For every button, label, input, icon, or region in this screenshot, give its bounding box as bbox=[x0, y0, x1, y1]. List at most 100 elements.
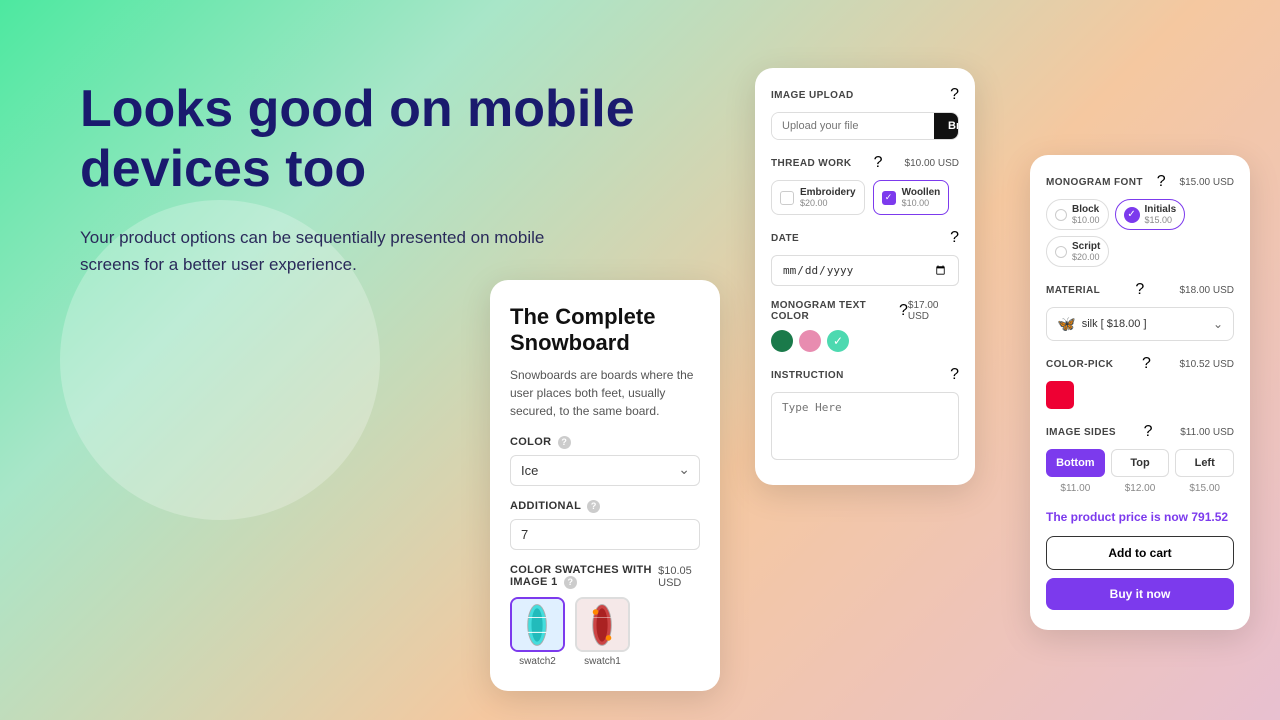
initials-check: ✓ bbox=[1124, 207, 1140, 223]
additional-info-icon: ? bbox=[587, 500, 600, 513]
thread-work-header: THREAD WORK ? $10.00 USD bbox=[771, 154, 959, 172]
color-select[interactable]: Ice bbox=[510, 455, 700, 486]
buy-now-button[interactable]: Buy it now bbox=[1046, 578, 1234, 610]
image-sides-label: IMAGE SIDES bbox=[1046, 427, 1116, 438]
image-upload-header: IMAGE UPLOAD ? bbox=[771, 86, 959, 104]
image-sides-info-icon: ? bbox=[1144, 423, 1153, 441]
swatch2-label: swatch2 bbox=[519, 656, 556, 667]
swatches-price: $10.05 USD bbox=[658, 565, 700, 589]
color-pick-header: COLOR-PICK ? $10.52 USD bbox=[1046, 355, 1234, 373]
material-select[interactable]: 🦋 silk [ $18.00 ] ⌄ bbox=[1046, 307, 1234, 341]
embroidery-option[interactable]: Embroidery $20.00 bbox=[771, 180, 865, 215]
woollen-price: $10.00 bbox=[902, 198, 941, 208]
swatch1-img[interactable] bbox=[575, 597, 630, 652]
initials-font-option[interactable]: ✓ Initials $15.00 bbox=[1115, 199, 1186, 230]
material-label: MATERIAL bbox=[1046, 285, 1100, 296]
product-price-value: 791.52 bbox=[1191, 510, 1228, 524]
font-options: Block $10.00 ✓ Initials $15.00 Script $2… bbox=[1046, 199, 1234, 267]
woollen-checkbox[interactable]: ✓ bbox=[882, 191, 896, 205]
product-description: Snowboards are boards where the user pla… bbox=[510, 366, 700, 420]
block-font-price: $10.00 bbox=[1072, 215, 1100, 225]
swatches-row: swatch2 swatch1 bbox=[510, 597, 700, 667]
list-item[interactable]: swatch1 bbox=[575, 597, 630, 667]
product-title: The Complete Snowboard bbox=[510, 304, 700, 356]
product-card: The Complete Snowboard Snowboards are bo… bbox=[490, 280, 720, 691]
thread-work-price: $10.00 USD bbox=[905, 158, 959, 169]
top-side-button[interactable]: Top bbox=[1111, 449, 1170, 477]
subtext: Your product options can be sequentially… bbox=[80, 224, 580, 278]
color-select-wrapper[interactable]: Ice bbox=[510, 455, 700, 486]
date-info-icon: ? bbox=[950, 229, 959, 247]
script-font-name: Script bbox=[1072, 241, 1100, 252]
swatches-label-row: COLOR SWATCHES WITH IMAGE 1 ? $10.05 USD bbox=[510, 564, 700, 589]
instruction-header: INSTRUCTION ? bbox=[771, 366, 959, 384]
bottom-side-button[interactable]: Bottom bbox=[1046, 449, 1105, 477]
woollen-option[interactable]: ✓ Woollen $10.00 bbox=[873, 180, 950, 215]
additional-label: ADDITIONAL ? bbox=[510, 500, 700, 513]
left-side-button[interactable]: Left bbox=[1175, 449, 1234, 477]
monogram-font-header: MONOGRAM FONT ? $15.00 USD bbox=[1046, 173, 1234, 191]
image-sides-price: $11.00 USD bbox=[1180, 427, 1234, 438]
instruction-label: INSTRUCTION bbox=[771, 370, 844, 381]
left-price: $15.00 bbox=[1175, 483, 1234, 494]
swatches-info-icon: ? bbox=[564, 576, 577, 589]
image-upload-info-icon: ? bbox=[950, 86, 959, 104]
date-input[interactable] bbox=[771, 255, 959, 286]
embroidery-price: $20.00 bbox=[800, 198, 856, 208]
image-sides-buttons: Bottom Top Left bbox=[1046, 449, 1234, 477]
top-price: $12.00 bbox=[1111, 483, 1170, 494]
embroidery-name: Embroidery bbox=[800, 187, 856, 198]
instruction-textarea[interactable] bbox=[771, 392, 959, 460]
swatch1-label: swatch1 bbox=[584, 656, 621, 667]
additional-input[interactable] bbox=[510, 519, 700, 550]
block-font-option[interactable]: Block $10.00 bbox=[1046, 199, 1109, 230]
material-chevron-icon: ⌄ bbox=[1213, 317, 1223, 331]
woollen-name: Woollen bbox=[902, 187, 941, 198]
date-label: DATE bbox=[771, 233, 799, 244]
thread-work-info-icon: ? bbox=[874, 154, 883, 172]
material-info-icon: ? bbox=[1135, 281, 1144, 299]
monogram-color-label: MONOGRAM TEXT COLOR bbox=[771, 300, 899, 322]
browse-button[interactable]: Browse bbox=[934, 113, 959, 139]
product-price-text: The product price is now 791.52 bbox=[1046, 510, 1234, 524]
swatch2-img[interactable] bbox=[510, 597, 565, 652]
initials-font-price: $15.00 bbox=[1145, 215, 1177, 225]
color-info-icon: ? bbox=[558, 436, 571, 449]
material-header: MATERIAL ? $18.00 USD bbox=[1046, 281, 1234, 299]
color-pick-label: COLOR-PICK bbox=[1046, 359, 1113, 370]
color-pick-info-icon: ? bbox=[1142, 355, 1151, 373]
script-font-price: $20.00 bbox=[1072, 252, 1100, 262]
sides-prices: $11.00 $12.00 $15.00 bbox=[1046, 483, 1234, 494]
left-section: Looks good on mobile devices too Your pr… bbox=[80, 80, 700, 278]
upload-file-input[interactable] bbox=[772, 113, 934, 139]
embroidery-checkbox[interactable] bbox=[780, 191, 794, 205]
color-green[interactable] bbox=[771, 330, 793, 352]
material-value: silk [ $18.00 ] bbox=[1082, 318, 1147, 330]
monogram-font-price: $15.00 USD bbox=[1180, 177, 1234, 188]
initials-font-name: Initials bbox=[1145, 204, 1177, 215]
material-emoji: 🦋 bbox=[1057, 315, 1076, 333]
block-radio[interactable] bbox=[1055, 209, 1067, 221]
list-item[interactable]: swatch2 bbox=[510, 597, 565, 667]
script-radio[interactable] bbox=[1055, 246, 1067, 258]
upload-card: IMAGE UPLOAD ? Browse THREAD WORK ? $10.… bbox=[755, 68, 975, 485]
block-font-name: Block bbox=[1072, 204, 1100, 215]
monogram-color-info-icon: ? bbox=[899, 302, 908, 320]
instruction-info-icon: ? bbox=[950, 366, 959, 384]
bottom-price: $11.00 bbox=[1046, 483, 1105, 494]
thread-options: Embroidery $20.00 ✓ Woollen $10.00 bbox=[771, 180, 959, 215]
color-pick-swatch[interactable] bbox=[1046, 381, 1074, 409]
monogram-font-info-icon: ? bbox=[1157, 173, 1166, 191]
monogram-color-swatches: ✓ bbox=[771, 330, 959, 352]
monogram-font-label: MONOGRAM FONT bbox=[1046, 177, 1143, 188]
color-pick-price: $10.52 USD bbox=[1180, 359, 1234, 370]
material-price: $18.00 USD bbox=[1180, 285, 1234, 296]
monogram-color-header: MONOGRAM TEXT COLOR ? $17.00 USD bbox=[771, 300, 959, 322]
script-font-option[interactable]: Script $20.00 bbox=[1046, 236, 1109, 267]
image-sides-header: IMAGE SIDES ? $11.00 USD bbox=[1046, 423, 1234, 441]
thread-work-label: THREAD WORK bbox=[771, 158, 852, 169]
color-teal[interactable]: ✓ bbox=[827, 330, 849, 352]
color-pink[interactable] bbox=[799, 330, 821, 352]
add-to-cart-button[interactable]: Add to cart bbox=[1046, 536, 1234, 570]
upload-row: Browse bbox=[771, 112, 959, 140]
